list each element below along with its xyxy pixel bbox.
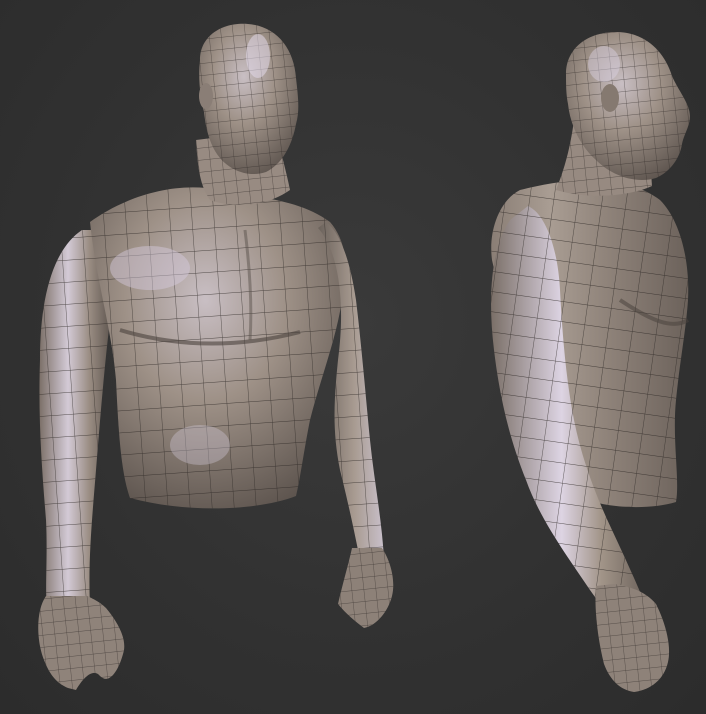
render-canvas	[38, 23, 690, 692]
render-viewport	[0, 0, 706, 714]
front-three-quarter-view	[38, 23, 394, 690]
side-view	[491, 32, 690, 692]
ear	[199, 83, 213, 109]
side-ear	[601, 84, 619, 112]
